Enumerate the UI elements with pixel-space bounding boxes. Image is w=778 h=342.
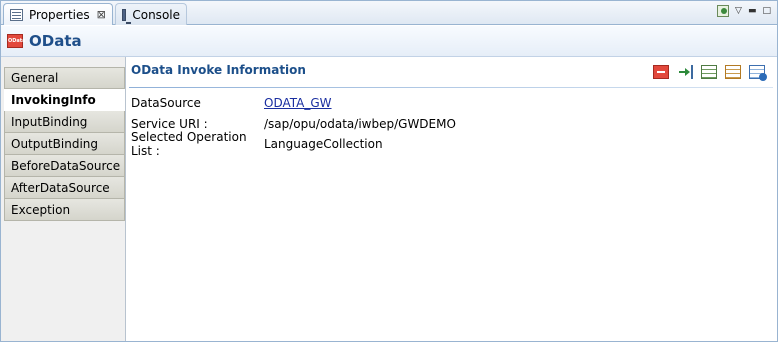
tab-exception[interactable]: Exception — [4, 199, 125, 221]
datasource-link[interactable]: ODATA_GW — [264, 96, 332, 110]
tab-properties[interactable]: Properties ⊠ — [3, 3, 113, 25]
view-tab-bar: Properties ⊠ Console ▽ ▬ □ — [1, 1, 777, 25]
tab-inputbinding[interactable]: InputBinding — [4, 111, 125, 133]
operation-value: LanguageCollection — [264, 137, 383, 151]
view-toolbar: ▽ ▬ □ — [717, 5, 771, 17]
page-title: OData — [29, 32, 82, 50]
properties-icon — [10, 8, 23, 21]
tab-outputbinding[interactable]: OutputBinding — [4, 133, 125, 155]
minimize-icon[interactable]: ▬ — [748, 5, 757, 17]
tab-invokinginfo[interactable]: InvokingInfo — [4, 89, 125, 111]
service-uri-label: Service URI : — [131, 117, 208, 131]
properties-view: Properties ⊠ Console ▽ ▬ □ OData OData G… — [0, 0, 778, 342]
datasource-label: DataSource — [131, 96, 201, 110]
table-orange-icon[interactable] — [725, 65, 741, 79]
tab-console[interactable]: Console — [115, 3, 187, 25]
invoking-info-panel: OData Invoke Information DataSource ODAT… — [127, 57, 777, 341]
property-tabs: General InvokingInfo InputBinding Output… — [1, 57, 126, 341]
table-run-icon[interactable] — [749, 65, 767, 81]
section-toolbar — [653, 65, 767, 81]
section-title: OData Invoke Information — [131, 63, 306, 77]
odata-icon: OData — [7, 34, 26, 48]
service-uri-value: /sap/opu/odata/iwbep/GWDEMO — [264, 117, 456, 131]
tab-general[interactable]: General — [4, 67, 125, 89]
properties-title-bar: OData OData — [1, 26, 777, 57]
maximize-icon[interactable]: □ — [762, 5, 771, 17]
pin-icon[interactable] — [717, 5, 730, 17]
odata-action-icon[interactable] — [653, 65, 669, 79]
view-menu-icon[interactable]: ▽ — [735, 5, 742, 17]
operation-label: Selected Operation List : — [131, 130, 247, 158]
tab-afterdatasource[interactable]: AfterDataSource — [4, 177, 125, 199]
section-divider — [129, 87, 773, 88]
tab-console-label: Console — [132, 7, 180, 22]
tab-properties-label: Properties — [29, 7, 90, 22]
import-icon[interactable] — [677, 65, 693, 79]
close-icon[interactable]: ⊠ — [97, 8, 106, 21]
operation-row: Selected Operation List : LanguageCollec… — [131, 130, 383, 158]
console-icon — [122, 8, 132, 24]
table-green-icon[interactable] — [701, 65, 717, 79]
datasource-row: DataSource ODATA_GW — [131, 95, 332, 111]
tab-beforedatasource[interactable]: BeforeDataSource — [4, 155, 125, 177]
